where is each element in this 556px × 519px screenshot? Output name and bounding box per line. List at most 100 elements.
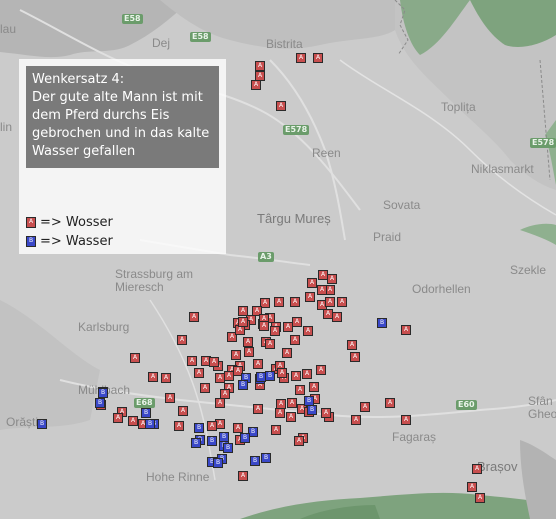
map-marker-a[interactable]: A: [325, 297, 335, 307]
map-marker-b[interactable]: B: [261, 453, 271, 463]
road-shield: A3: [258, 252, 274, 262]
map-marker-b[interactable]: B: [256, 372, 266, 382]
map-marker-a[interactable]: A: [351, 415, 361, 425]
map-marker-a[interactable]: A: [220, 389, 230, 399]
map-marker-a[interactable]: A: [296, 53, 306, 63]
legend-heading: Wenkersatz 4:: [32, 72, 125, 87]
map-marker-a[interactable]: A: [303, 326, 313, 336]
map-marker-a[interactable]: A: [251, 80, 261, 90]
map-marker-a[interactable]: A: [327, 274, 337, 284]
map-marker-a[interactable]: A: [259, 321, 269, 331]
map-marker-a[interactable]: A: [161, 373, 171, 383]
map[interactable]: lau Dej Bistrita Toplița Reen Niklasmark…: [0, 0, 556, 519]
map-marker-a[interactable]: A: [276, 101, 286, 111]
map-marker-b[interactable]: B: [213, 458, 223, 468]
map-marker-b[interactable]: B: [141, 408, 151, 418]
map-marker-b[interactable]: B: [265, 371, 275, 381]
map-marker-b[interactable]: B: [95, 398, 105, 408]
map-marker-a[interactable]: A: [231, 350, 241, 360]
place-label: Târgu Mureș: [257, 211, 331, 226]
map-marker-a[interactable]: A: [194, 368, 204, 378]
map-marker-a[interactable]: A: [238, 317, 248, 327]
map-marker-a[interactable]: A: [286, 412, 296, 422]
map-marker-a[interactable]: A: [290, 297, 300, 307]
map-marker-a[interactable]: A: [113, 413, 123, 423]
map-marker-b[interactable]: B: [37, 419, 47, 429]
map-marker-a[interactable]: A: [283, 322, 293, 332]
map-marker-a[interactable]: A: [253, 359, 263, 369]
map-marker-a[interactable]: A: [189, 312, 199, 322]
map-marker-a[interactable]: A: [130, 353, 140, 363]
map-marker-a[interactable]: A: [177, 335, 187, 345]
map-marker-b[interactable]: B: [191, 438, 201, 448]
map-marker-a[interactable]: A: [209, 357, 219, 367]
map-marker-a[interactable]: A: [200, 383, 210, 393]
map-marker-a[interactable]: A: [294, 436, 304, 446]
map-marker-a[interactable]: A: [238, 471, 248, 481]
map-marker-b[interactable]: B: [207, 436, 217, 446]
place-label: Sovata: [383, 198, 421, 212]
map-marker-b[interactable]: B: [98, 388, 108, 398]
map-marker-a[interactable]: A: [385, 398, 395, 408]
place-label: Dej: [152, 36, 171, 50]
map-marker-a[interactable]: A: [243, 337, 253, 347]
map-marker-a[interactable]: A: [291, 371, 301, 381]
map-marker-a[interactable]: A: [128, 416, 138, 426]
map-marker-a[interactable]: A: [307, 278, 317, 288]
place-label: Brașov: [477, 459, 518, 474]
map-marker-a[interactable]: A: [472, 464, 482, 474]
map-marker-a[interactable]: A: [467, 482, 477, 492]
map-marker-a[interactable]: A: [317, 285, 327, 295]
map-marker-a[interactable]: A: [309, 382, 319, 392]
legend-sentence: Der gute alte Mann ist mit dem Pferd dur…: [32, 90, 210, 159]
map-marker-a[interactable]: A: [215, 398, 225, 408]
legend-label: => Wasser: [40, 233, 113, 249]
map-marker-a[interactable]: A: [321, 408, 331, 418]
map-marker-a[interactable]: A: [207, 421, 217, 431]
map-marker-a[interactable]: A: [165, 393, 175, 403]
map-marker-a[interactable]: A: [255, 61, 265, 71]
map-marker-b[interactable]: B: [194, 423, 204, 433]
map-marker-a[interactable]: A: [274, 297, 284, 307]
map-marker-a[interactable]: A: [360, 402, 370, 412]
map-marker-a[interactable]: A: [287, 398, 297, 408]
map-marker-a[interactable]: A: [401, 415, 411, 425]
map-marker-a[interactable]: A: [475, 493, 485, 503]
map-marker-b[interactable]: B: [307, 405, 317, 415]
map-marker-b[interactable]: B: [240, 433, 250, 443]
map-marker-a[interactable]: A: [332, 312, 342, 322]
map-marker-a[interactable]: A: [292, 317, 302, 327]
map-marker-a[interactable]: A: [253, 404, 263, 414]
map-marker-b[interactable]: B: [250, 456, 260, 466]
map-marker-a[interactable]: A: [277, 368, 287, 378]
map-marker-a[interactable]: A: [305, 292, 315, 302]
place-label: Strassburg am Mieresch: [115, 267, 194, 294]
map-marker-a[interactable]: A: [178, 406, 188, 416]
map-marker-a[interactable]: A: [187, 356, 197, 366]
map-marker-b[interactable]: B: [145, 419, 155, 429]
map-marker-a[interactable]: A: [174, 421, 184, 431]
map-marker-a[interactable]: A: [244, 347, 254, 357]
map-marker-a[interactable]: A: [347, 340, 357, 350]
road-shield: E58: [190, 32, 211, 42]
map-marker-a[interactable]: A: [271, 425, 281, 435]
map-marker-a[interactable]: A: [265, 339, 275, 349]
map-marker-a[interactable]: A: [270, 326, 280, 336]
map-marker-b[interactable]: B: [304, 396, 314, 406]
map-marker-a[interactable]: A: [282, 348, 292, 358]
map-marker-a[interactable]: A: [401, 325, 411, 335]
map-marker-a[interactable]: A: [295, 385, 305, 395]
map-marker-a[interactable]: A: [313, 53, 323, 63]
map-marker-a[interactable]: A: [290, 335, 300, 345]
map-marker-a[interactable]: A: [275, 408, 285, 418]
map-marker-b[interactable]: B: [377, 318, 387, 328]
map-marker-a[interactable]: A: [316, 365, 326, 375]
map-marker-a[interactable]: A: [233, 423, 243, 433]
map-marker-a[interactable]: A: [337, 297, 347, 307]
map-marker-a[interactable]: A: [148, 372, 158, 382]
map-marker-a[interactable]: A: [302, 369, 312, 379]
map-marker-b[interactable]: B: [223, 443, 233, 453]
map-marker-b[interactable]: B: [238, 380, 248, 390]
legend-panel: Wenkersatz 4: Der gute alte Mann ist mit …: [19, 59, 226, 254]
map-marker-a[interactable]: A: [350, 352, 360, 362]
